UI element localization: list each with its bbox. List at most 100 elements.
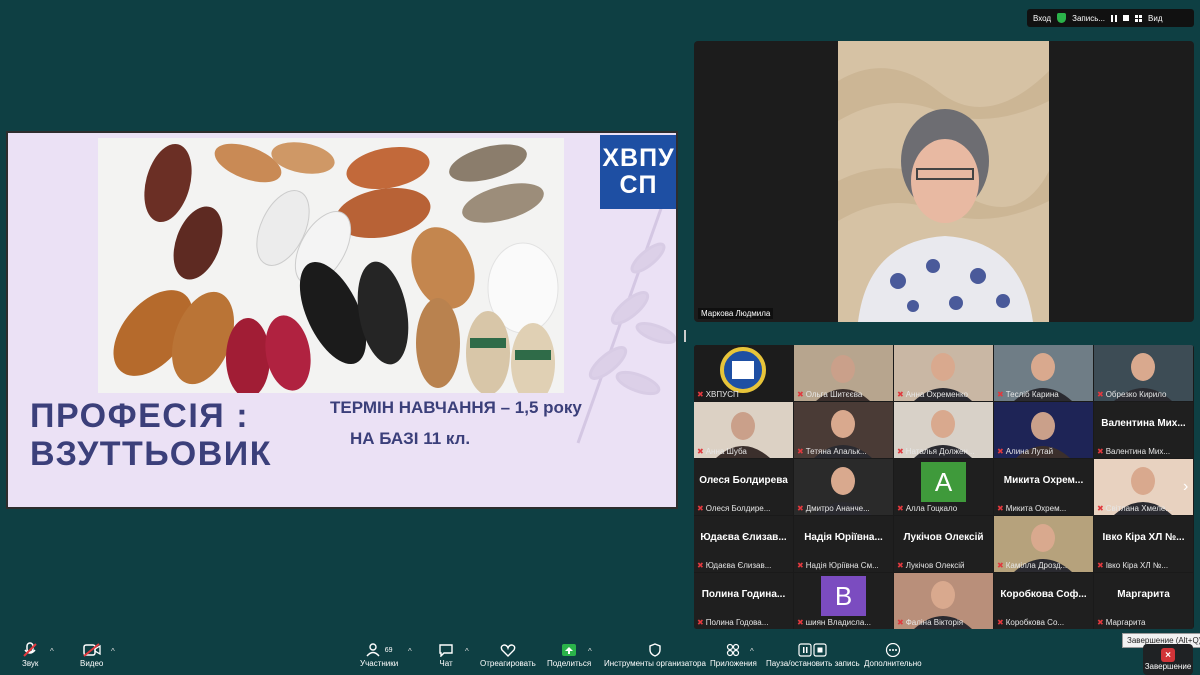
participants-count: 69 xyxy=(384,646,393,654)
participant-name-label: ✖ Юдаєва Єлизав... xyxy=(697,561,790,570)
participant-tile[interactable]: Полина Година... ✖ Полина Годова... xyxy=(694,573,793,629)
participant-name-text: Полина Годова... xyxy=(705,618,769,627)
mic-muted-icon: ✖ xyxy=(1097,390,1104,399)
mic-muted-icon: ✖ xyxy=(797,618,804,627)
participant-tile[interactable]: ✖ Тетяна Апальк... xyxy=(794,402,893,458)
participant-tile[interactable]: ✖ Обрезко Кирило xyxy=(1094,345,1193,401)
audio-button[interactable]: Звук xyxy=(22,641,38,668)
host-tools-button[interactable]: Инструменты организатора xyxy=(604,641,706,668)
slide-title-line1: ПРОФЕСІЯ : xyxy=(30,397,250,435)
mic-muted-icon: ✖ xyxy=(897,390,904,399)
participant-tile[interactable]: ✖ Анна Охременко xyxy=(894,345,993,401)
participant-tile[interactable]: ✖ Тесліб Карина xyxy=(994,345,1093,401)
participant-tile[interactable]: Маргарита ✖ Маргарита xyxy=(1094,573,1193,629)
participants-options-chevron-icon[interactable]: ^ xyxy=(408,647,412,656)
video-label: Видео xyxy=(80,659,104,668)
participant-tile[interactable]: ✖ ХВПУСП xyxy=(694,345,793,401)
gallery-next-page-icon[interactable]: › xyxy=(1183,478,1188,496)
heart-icon xyxy=(500,641,516,659)
slide-term: ТЕРМІН НАВЧАННЯ – 1,5 року xyxy=(330,398,582,417)
participant-tile[interactable]: ✖ Дмитро Ананче... xyxy=(794,459,893,515)
participant-tile[interactable]: ✖ Ольга Шитєєва xyxy=(794,345,893,401)
participant-tile[interactable]: ✖ Алина Лутай xyxy=(994,402,1093,458)
participant-name-label: ✖ Фаліна Вікторія xyxy=(897,618,990,627)
security-shield-icon[interactable] xyxy=(1057,13,1067,23)
participant-name-label: ✖ Алина Лутай xyxy=(997,447,1090,456)
participant-name-label: ✖ Ольга Шитєєва xyxy=(797,390,890,399)
active-speaker-video[interactable]: Маркова Людмила xyxy=(694,41,1194,322)
record-label[interactable]: Запись... xyxy=(1072,14,1105,23)
meeting-status-bar: Вход Запись... Вид xyxy=(1027,9,1194,27)
chat-button[interactable]: Чат xyxy=(438,641,454,668)
participant-tile[interactable]: ✖ Фаліна Вікторія xyxy=(894,573,993,629)
participant-tile[interactable]: Валентина Мих... ✖ Валентина Мих... xyxy=(1094,402,1193,458)
participant-display-name: Івко Кіра ХЛ №... xyxy=(1102,532,1185,543)
mic-muted-icon: ✖ xyxy=(697,390,704,399)
participant-display-name: Маргарита xyxy=(1117,589,1170,600)
participant-name-text: Анна Охременко xyxy=(905,390,968,399)
participant-name-text: Олеся Болдире... xyxy=(705,504,771,513)
mic-muted-icon: ✖ xyxy=(1097,561,1104,570)
end-meeting-button[interactable]: × Завершение xyxy=(1143,644,1193,675)
mic-muted-icon: ✖ xyxy=(797,504,804,513)
video-options-chevron-icon[interactable]: ^ xyxy=(111,647,115,656)
speaker-camera-feed xyxy=(838,41,1049,322)
participant-name-text: Анна Шуба xyxy=(705,447,747,456)
chat-options-chevron-icon[interactable]: ^ xyxy=(465,647,469,656)
participant-tile[interactable]: Олеся Болдирева ✖ Олеся Болдире... xyxy=(694,459,793,515)
mic-muted-icon: ✖ xyxy=(997,447,1004,456)
logo-line2: СП xyxy=(619,171,658,199)
stop-icon[interactable] xyxy=(1123,15,1130,21)
participant-tile[interactable]: Коробкова Соф... ✖ Коробкова Со... xyxy=(994,573,1093,629)
participant-tile[interactable]: Лукічов Олексій ✖ Лукічов Олексій xyxy=(894,516,993,572)
mic-muted-icon: ✖ xyxy=(1097,504,1104,513)
react-button[interactable]: Отреагировать xyxy=(480,641,536,668)
mic-muted-icon: ✖ xyxy=(797,561,804,570)
mic-muted-icon: ✖ xyxy=(997,618,1004,627)
participant-name-label: ✖ Камілла Дрозд... xyxy=(997,561,1090,570)
participant-name-text: Світлана Хмеле... xyxy=(1105,504,1173,513)
participant-tile[interactable]: ✖ Камілла Дрозд... xyxy=(994,516,1093,572)
more-label: Дополнительно xyxy=(864,659,922,668)
participant-tile[interactable]: A ✖ Алла Гоцкало xyxy=(894,459,993,515)
participant-name-text: шиян Владисла... xyxy=(805,618,871,627)
participant-display-name: Валентина Мих... xyxy=(1101,418,1186,429)
participant-tile[interactable]: Івко Кіра ХЛ №... ✖ Івко Кіра ХЛ №... xyxy=(1094,516,1193,572)
participant-name-label: ✖ Світлана Хмеле... xyxy=(1097,504,1190,513)
share-button[interactable]: Поделиться xyxy=(547,641,591,668)
video-button[interactable]: Видео xyxy=(80,641,103,668)
participant-name-label: ✖ Полина Годова... xyxy=(697,618,790,627)
participant-name-label: ✖ Тесліб Карина xyxy=(997,390,1090,399)
participant-tile[interactable]: Надія Юріївна... ✖ Надія Юріївна См... xyxy=(794,516,893,572)
participant-name-label: ✖ Наталья Должен... xyxy=(897,447,990,456)
participants-icon: 69 xyxy=(366,641,393,659)
participant-name-label: ✖ Олеся Болдире... xyxy=(697,504,790,513)
apps-label: Приложения xyxy=(710,659,757,668)
pause-record-button[interactable]: Пауза/остановить запись xyxy=(766,641,860,668)
view-grid-icon[interactable] xyxy=(1135,14,1143,22)
mic-muted-icon: ✖ xyxy=(697,561,704,570)
audio-options-chevron-icon[interactable]: ^ xyxy=(50,647,54,656)
apps-options-chevron-icon[interactable]: ^ xyxy=(750,647,754,656)
participant-tile[interactable]: Микита Охрем... ✖ Микита Охрем... xyxy=(994,459,1093,515)
participant-tile[interactable]: B ✖ шиян Владисла... xyxy=(794,573,893,629)
share-options-chevron-icon[interactable]: ^ xyxy=(588,647,592,656)
participant-name-label: ✖ Надія Юріївна См... xyxy=(797,561,890,570)
enter-label[interactable]: Вход xyxy=(1033,14,1051,23)
more-button[interactable]: Дополнительно xyxy=(864,641,922,668)
mic-muted-icon: ✖ xyxy=(1097,618,1104,627)
view-label[interactable]: Вид xyxy=(1148,14,1162,23)
participants-button[interactable]: 69 Участники xyxy=(360,641,398,668)
participant-tile[interactable]: ✖ Наталья Должен... xyxy=(894,402,993,458)
participant-name-text: Коробкова Со... xyxy=(1005,618,1065,627)
participant-name-label: ✖ ХВПУСП xyxy=(697,390,790,399)
host-tools-label: Инструменты организатора xyxy=(604,659,706,668)
split-handle[interactable] xyxy=(684,330,686,342)
participant-tile[interactable]: ✖ Світлана Хмеле... xyxy=(1094,459,1193,515)
mic-muted-icon: ✖ xyxy=(897,447,904,456)
participant-tile[interactable]: ✖ Анна Шуба xyxy=(694,402,793,458)
slide-base: НА БАЗІ 11 кл. xyxy=(350,429,471,448)
pause-icon[interactable] xyxy=(1111,14,1118,22)
participant-name-label: ✖ Тетяна Апальк... xyxy=(797,447,890,456)
participant-tile[interactable]: Юдаєва Єлизав... ✖ Юдаєва Єлизав... xyxy=(694,516,793,572)
